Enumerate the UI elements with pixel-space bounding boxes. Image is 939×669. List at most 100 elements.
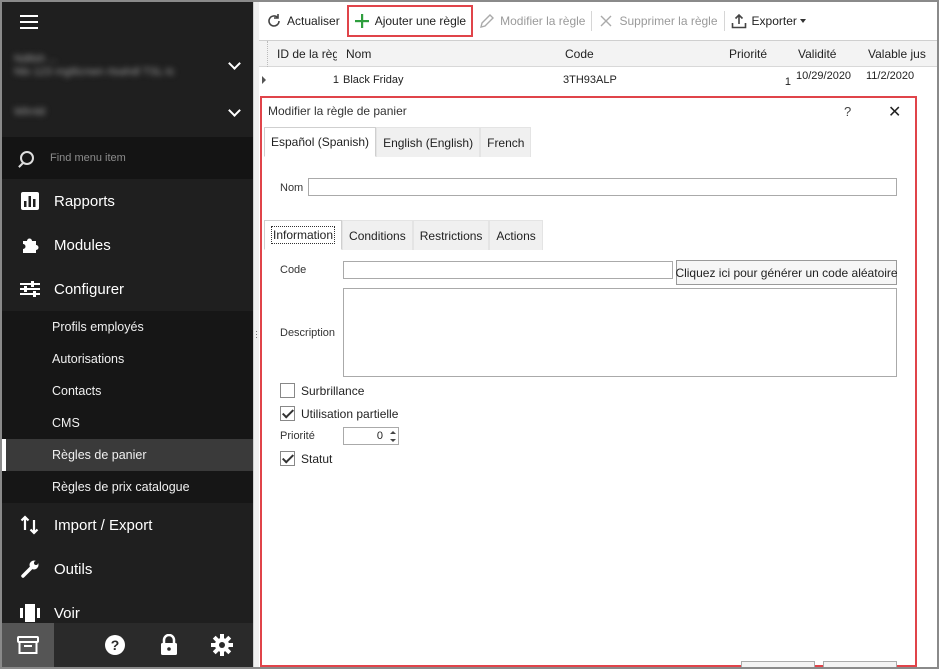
tab-spanish[interactable]: Español (Spanish) bbox=[264, 127, 377, 157]
cell-id: 1 bbox=[332, 74, 339, 86]
nav-rapports-label: Rapports bbox=[54, 192, 115, 210]
sidebar-header bbox=[2, 2, 253, 42]
cell-priority: 1 bbox=[784, 76, 791, 88]
hamburger-menu-icon[interactable] bbox=[20, 15, 38, 29]
nav-configurer-label: Configurer bbox=[54, 280, 125, 298]
store-icon[interactable] bbox=[2, 623, 55, 667]
col-header-name[interactable]: Nom bbox=[346, 47, 546, 61]
nav-import-export-label: Import / Export bbox=[54, 516, 153, 534]
edit-rule-button[interactable]: Modifier la règle bbox=[476, 8, 588, 34]
x-delete-icon bbox=[598, 13, 614, 29]
decrement-icon[interactable] bbox=[389, 438, 396, 442]
tab-information[interactable]: Information bbox=[264, 220, 343, 250]
dropdown-caret-icon bbox=[799, 18, 806, 23]
increment-icon[interactable] bbox=[389, 430, 396, 434]
nav-modules[interactable]: Modules bbox=[2, 223, 253, 267]
chevron-down-icon[interactable] bbox=[228, 104, 241, 117]
cell-name: Black Friday bbox=[343, 74, 404, 86]
status-checkbox[interactable] bbox=[280, 451, 295, 466]
chevron-down-icon[interactable] bbox=[228, 57, 241, 70]
toolbar-separator bbox=[591, 10, 593, 31]
toolbar-separator bbox=[723, 10, 725, 31]
table-row[interactable]: 1 Black Friday 3TH93ALP 1 10/29/2020 11/… bbox=[259, 67, 937, 93]
code-input[interactable] bbox=[343, 261, 673, 279]
name-label: Nom bbox=[280, 182, 304, 194]
refresh-button[interactable]: Actualiser bbox=[263, 8, 343, 34]
lock-icon[interactable] bbox=[146, 623, 191, 667]
partial-use-checkbox[interactable] bbox=[280, 406, 295, 421]
sidebar: Ndtlsh ... Nlo 123 mgtlicnwn rtsahdl TSL… bbox=[2, 2, 253, 667]
partial-use-checkbox-row[interactable]: Utilisation partielle bbox=[280, 406, 398, 421]
tab-french[interactable]: French bbox=[480, 127, 532, 157]
generate-code-button[interactable]: Cliquez ici pour générer un code aléatoi… bbox=[675, 260, 898, 285]
help-icon[interactable]: ? bbox=[84, 623, 146, 667]
sub-item-regles-prix-catalogue[interactable]: Règles de prix catalogue bbox=[2, 471, 253, 503]
export-label: Exporter bbox=[751, 13, 797, 28]
description-label: Description bbox=[280, 327, 336, 339]
edit-cart-rule-dialog: Modifier la règle de panier ? ✕ Español … bbox=[260, 96, 917, 667]
sub-item-cms[interactable]: CMS bbox=[2, 407, 253, 439]
tab-english[interactable]: English (English) bbox=[376, 127, 481, 157]
swap-arrows-icon bbox=[20, 515, 40, 535]
partial-use-label: Utilisation partielle bbox=[301, 406, 399, 421]
sub-item-profils-employes[interactable]: Profils employés bbox=[2, 311, 253, 343]
menu-search bbox=[2, 137, 253, 179]
menu-search-input[interactable] bbox=[50, 152, 230, 164]
cancel-button[interactable] bbox=[823, 661, 897, 667]
close-button[interactable]: ✕ bbox=[888, 102, 901, 122]
code-label: Code bbox=[280, 264, 307, 276]
nav-outils-label: Outils bbox=[54, 560, 93, 578]
gear-icon[interactable] bbox=[191, 623, 253, 667]
sub-item-autorisations[interactable]: Autorisations bbox=[2, 343, 253, 375]
bar-chart-icon bbox=[20, 191, 40, 211]
highlight-checkbox[interactable] bbox=[280, 383, 295, 398]
ok-button[interactable] bbox=[741, 661, 815, 667]
priority-stepper[interactable]: 0 bbox=[343, 427, 399, 445]
panel-splitter[interactable]: · · · bbox=[253, 2, 259, 667]
export-icon bbox=[731, 13, 747, 29]
highlight-label: Surbrillance bbox=[301, 383, 365, 398]
delete-rule-button[interactable]: Supprimer la règle bbox=[595, 8, 720, 34]
sub-item-regles-de-panier[interactable]: Règles de panier bbox=[2, 439, 253, 471]
nav-modules-label: Modules bbox=[54, 236, 111, 254]
puzzle-icon bbox=[20, 235, 40, 255]
col-header-priority[interactable]: Priorité bbox=[729, 47, 789, 61]
add-rule-button[interactable]: Ajouter une règle bbox=[346, 4, 474, 37]
nav-rapports[interactable]: Rapports bbox=[2, 179, 253, 223]
help-button[interactable]: ? bbox=[844, 104, 851, 119]
splitter-grip[interactable]: · · · bbox=[255, 327, 258, 342]
cell-code: 3TH93ALP bbox=[563, 74, 617, 86]
svg-text:?: ? bbox=[111, 637, 120, 653]
col-header-validity[interactable]: Validité bbox=[798, 47, 858, 61]
sidebar-footer: ? bbox=[2, 623, 253, 667]
plus-icon bbox=[354, 13, 370, 29]
row-indicator-icon bbox=[262, 76, 266, 84]
add-rule-label: Ajouter une règle bbox=[374, 13, 467, 28]
toolbar: Actualiser Ajouter une règle Modifier la… bbox=[259, 2, 937, 39]
col-header-code[interactable]: Code bbox=[565, 47, 715, 61]
store-selector[interactable]: Ndtlsh ... Nlo 123 mgtlicnwn rtsahdl TSL… bbox=[2, 42, 253, 89]
status-label: Statut bbox=[301, 451, 333, 466]
rules-grid: ID de la règ Nom Code Priorité Validité … bbox=[259, 40, 937, 94]
col-header-valid-until[interactable]: Valable jus bbox=[868, 47, 934, 61]
shop-selector[interactable]: Wlrnld bbox=[2, 89, 253, 136]
grid-indicator-column bbox=[267, 41, 268, 67]
highlight-checkbox-row[interactable]: Surbrillance bbox=[280, 383, 364, 398]
tab-actions[interactable]: Actions bbox=[489, 220, 543, 250]
nav-configurer[interactable]: Configurer bbox=[2, 267, 253, 311]
nav-outils[interactable]: Outils bbox=[2, 547, 253, 591]
language-tabs: Español (Spanish) English (English) Fren… bbox=[264, 127, 532, 157]
col-header-id[interactable]: ID de la règ bbox=[277, 47, 337, 61]
description-textarea[interactable] bbox=[343, 288, 897, 377]
status-checkbox-row[interactable]: Statut bbox=[280, 451, 332, 466]
grid-header: ID de la règ Nom Code Priorité Validité … bbox=[259, 41, 937, 67]
name-input[interactable] bbox=[308, 178, 897, 196]
tab-conditions[interactable]: Conditions bbox=[342, 220, 413, 250]
refresh-label: Actualiser bbox=[287, 13, 340, 28]
search-icon bbox=[20, 151, 34, 165]
tab-restrictions[interactable]: Restrictions bbox=[412, 220, 490, 250]
export-button[interactable]: Exporter bbox=[728, 8, 809, 34]
stepper-arrows[interactable] bbox=[387, 428, 398, 444]
sub-item-contacts[interactable]: Contacts bbox=[2, 375, 253, 407]
nav-import-export[interactable]: Import / Export bbox=[2, 503, 253, 547]
